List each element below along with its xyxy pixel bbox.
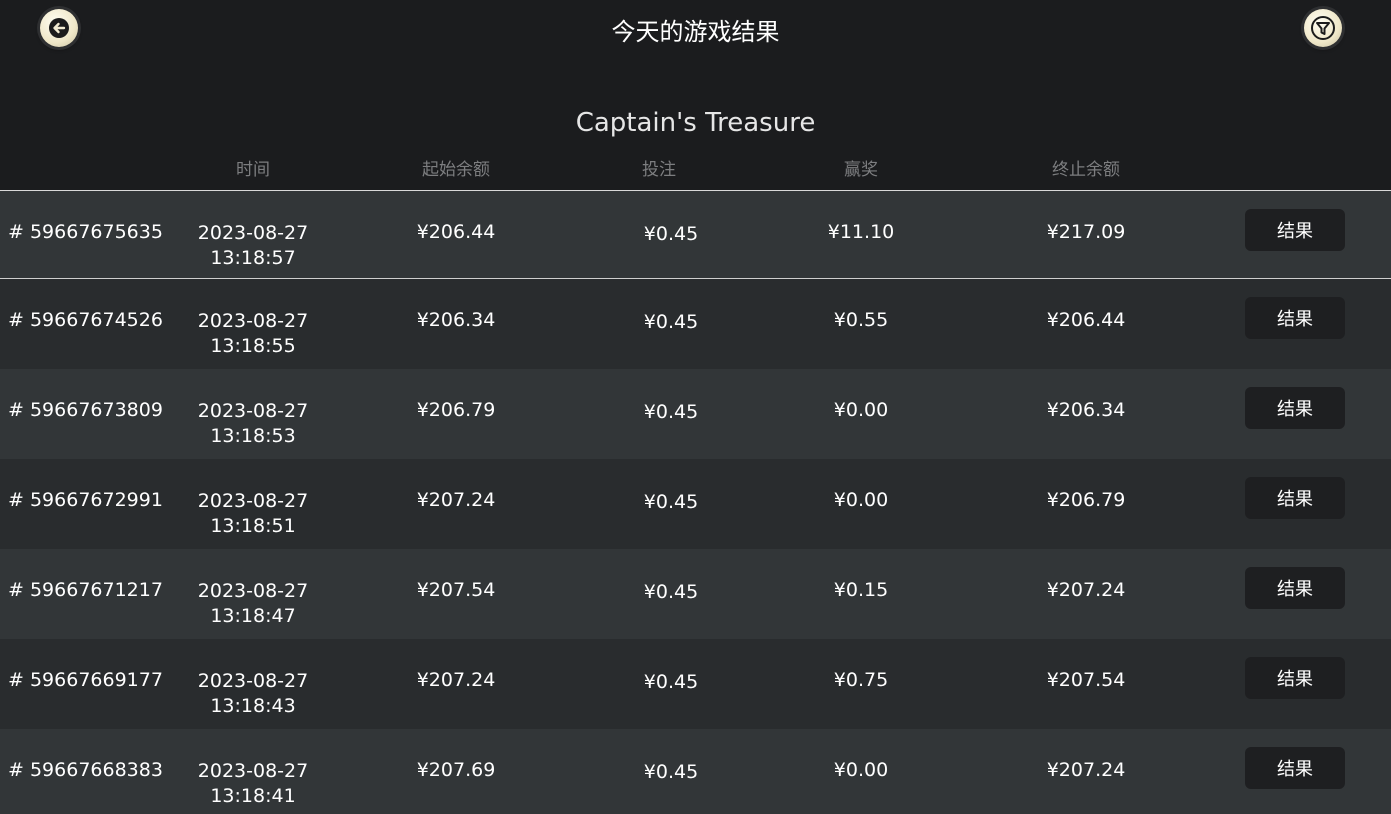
filter-icon bbox=[1311, 16, 1335, 40]
table-row: # 59667675635 2023-08-27 13:18:57 ¥206.4… bbox=[0, 191, 1391, 279]
round-date: 2023-08-27 bbox=[197, 400, 309, 422]
round-date: 2023-08-27 bbox=[197, 760, 309, 782]
result-button[interactable]: 结果 bbox=[1245, 567, 1345, 609]
round-date: 2023-08-27 bbox=[197, 310, 309, 332]
table-header: 时间 起始余额 投注 赢奖 终止余额 bbox=[0, 155, 1391, 181]
table-row: # 59667674526 2023-08-27 13:18:55 ¥206.3… bbox=[0, 279, 1391, 369]
round-time: 2023-08-27 13:18:51 bbox=[198, 489, 308, 539]
bet-amount: ¥0.45 bbox=[643, 581, 699, 603]
bet-amount: ¥0.45 bbox=[643, 671, 699, 693]
end-balance: ¥206.79 bbox=[1046, 489, 1126, 511]
results-table: # 59667675635 2023-08-27 13:18:57 ¥206.4… bbox=[0, 191, 1391, 814]
round-date: 2023-08-27 bbox=[197, 490, 309, 512]
bet-amount: ¥0.45 bbox=[643, 491, 699, 513]
filter-button[interactable] bbox=[1304, 9, 1342, 47]
table-row: # 59667668383 2023-08-27 13:18:41 ¥207.6… bbox=[0, 729, 1391, 814]
game-title: Captain's Treasure bbox=[575, 108, 816, 138]
result-button[interactable]: 结果 bbox=[1245, 477, 1345, 519]
win-amount: ¥0.55 bbox=[833, 309, 889, 331]
result-button[interactable]: 结果 bbox=[1245, 297, 1345, 339]
round-clock: 13:18:41 bbox=[210, 785, 296, 807]
win-amount: ¥0.00 bbox=[833, 489, 889, 511]
end-balance: ¥207.24 bbox=[1046, 579, 1126, 601]
round-clock: 13:18:57 bbox=[210, 247, 296, 269]
end-balance: ¥207.24 bbox=[1046, 759, 1126, 781]
round-date: 2023-08-27 bbox=[197, 222, 309, 244]
round-date: 2023-08-27 bbox=[197, 580, 309, 602]
result-button[interactable]: 结果 bbox=[1245, 657, 1345, 699]
round-clock: 13:18:51 bbox=[210, 515, 296, 537]
start-balance: ¥207.24 bbox=[416, 669, 496, 691]
round-clock: 13:18:43 bbox=[210, 695, 296, 717]
start-balance: ¥206.34 bbox=[416, 309, 496, 331]
start-balance: ¥206.79 bbox=[416, 399, 496, 421]
start-balance: ¥207.24 bbox=[416, 489, 496, 511]
round-date: 2023-08-27 bbox=[197, 670, 309, 692]
table-row: # 59667671217 2023-08-27 13:18:47 ¥207.5… bbox=[0, 549, 1391, 639]
round-id: # 59667673809 bbox=[8, 399, 163, 421]
bet-amount: ¥0.45 bbox=[643, 401, 699, 423]
table-row: # 59667669177 2023-08-27 13:18:43 ¥207.2… bbox=[0, 639, 1391, 729]
round-id: # 59667669177 bbox=[8, 669, 163, 691]
win-amount: ¥0.00 bbox=[833, 399, 889, 421]
table-row: # 59667672991 2023-08-27 13:18:51 ¥207.2… bbox=[0, 459, 1391, 549]
round-time: 2023-08-27 13:18:55 bbox=[198, 309, 308, 359]
round-id: # 59667668383 bbox=[8, 759, 163, 781]
win-amount: ¥0.00 bbox=[833, 759, 889, 781]
round-time: 2023-08-27 13:18:53 bbox=[198, 399, 308, 449]
bet-amount: ¥0.45 bbox=[643, 761, 699, 783]
bet-amount: ¥0.45 bbox=[643, 311, 699, 333]
round-time: 2023-08-27 13:18:57 bbox=[198, 221, 308, 271]
column-header-end-balance: 终止余额 bbox=[1052, 160, 1120, 180]
round-clock: 13:18:47 bbox=[210, 605, 296, 627]
result-button[interactable]: 结果 bbox=[1245, 387, 1345, 429]
game-results-page: 今天的游戏结果 Captain's Treasure 时间 起始余额 投注 赢奖… bbox=[0, 0, 1391, 814]
result-button[interactable]: 结果 bbox=[1245, 747, 1345, 789]
end-balance: ¥217.09 bbox=[1046, 221, 1126, 243]
round-id: # 59667675635 bbox=[8, 221, 163, 243]
bet-amount: ¥0.45 bbox=[643, 223, 699, 245]
round-id: # 59667671217 bbox=[8, 579, 163, 601]
round-time: 2023-08-27 13:18:47 bbox=[198, 579, 308, 629]
start-balance: ¥207.54 bbox=[416, 579, 496, 601]
start-balance: ¥207.69 bbox=[416, 759, 496, 781]
column-header-time: 时间 bbox=[236, 160, 270, 180]
end-balance: ¥206.44 bbox=[1046, 309, 1126, 331]
end-balance: ¥207.54 bbox=[1046, 669, 1126, 691]
column-header-bet: 投注 bbox=[642, 160, 676, 180]
round-clock: 13:18:55 bbox=[210, 335, 296, 357]
win-amount: ¥0.75 bbox=[833, 669, 889, 691]
page-title: 今天的游戏结果 bbox=[611, 18, 780, 46]
top-bar: 今天的游戏结果 bbox=[0, 0, 1391, 60]
win-amount: ¥0.15 bbox=[833, 579, 889, 601]
round-clock: 13:18:53 bbox=[210, 425, 296, 447]
result-button[interactable]: 结果 bbox=[1245, 209, 1345, 251]
table-row: # 59667673809 2023-08-27 13:18:53 ¥206.7… bbox=[0, 369, 1391, 459]
round-time: 2023-08-27 13:18:43 bbox=[198, 669, 308, 719]
round-id: # 59667672991 bbox=[8, 489, 163, 511]
win-amount: ¥11.10 bbox=[827, 221, 895, 243]
column-header-start-balance: 起始余额 bbox=[422, 160, 490, 180]
end-balance: ¥206.34 bbox=[1046, 399, 1126, 421]
column-header-win: 赢奖 bbox=[844, 160, 878, 180]
start-balance: ¥206.44 bbox=[416, 221, 496, 243]
round-id: # 59667674526 bbox=[8, 309, 163, 331]
round-time: 2023-08-27 13:18:41 bbox=[198, 759, 308, 809]
